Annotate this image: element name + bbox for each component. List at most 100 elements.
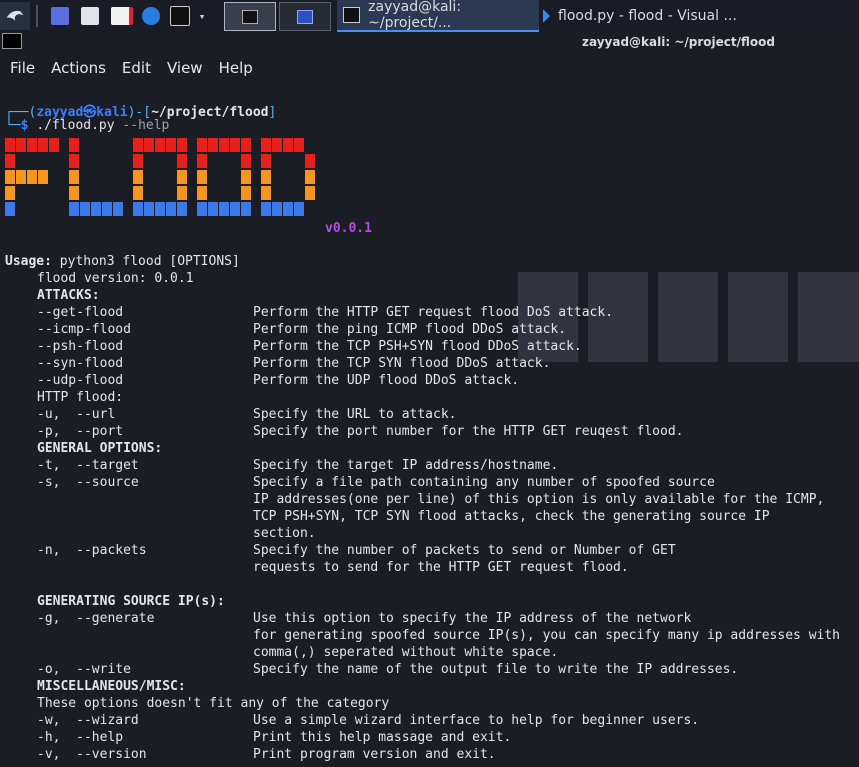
option-description: Specify the number of packets to send or… (253, 543, 676, 558)
banner-block (305, 154, 315, 168)
option-flag: -h, --help (37, 730, 124, 745)
banner-block (155, 202, 165, 216)
flood-banner-logo (5, 138, 315, 216)
option-description: for generating spoofed source IP(s), you… (253, 628, 840, 643)
text-editor-icon[interactable] (110, 2, 134, 30)
banner-block (27, 170, 37, 184)
terminal-icon (343, 7, 361, 23)
menu-edit[interactable]: Edit (122, 59, 151, 77)
option-flag: -o, --write (37, 662, 131, 677)
banner-block (91, 202, 101, 216)
banner-block (102, 202, 112, 216)
banner-block (261, 202, 271, 216)
banner-block (294, 202, 304, 216)
option-flag: -w, --wizard (37, 713, 139, 728)
banner-block (230, 138, 240, 152)
option-flag: -p, --port (37, 424, 124, 439)
option-flag: -u, --url (37, 407, 116, 422)
option-flag: -t, --target (37, 458, 139, 473)
banner-block (197, 186, 207, 200)
window-titlebar: zayyad@kali: ~/project/flood (0, 32, 859, 52)
banner-block (133, 154, 143, 168)
kali-menu-icon[interactable] (0, 2, 30, 30)
show-desktop-icon[interactable] (48, 2, 72, 30)
option-description: section. (253, 526, 316, 541)
banner-block (69, 138, 79, 152)
banner-block (5, 202, 15, 216)
option-flag: -v, --version (37, 747, 147, 762)
menu-view[interactable]: View (167, 59, 203, 77)
section-heading: ATTACKS: (37, 288, 100, 303)
terminal-window-icon[interactable] (2, 33, 22, 49)
banner-block (208, 138, 218, 152)
prompt-command: ./flood.py (36, 118, 115, 133)
option-flag: --icmp-flood (37, 322, 131, 337)
banner-block (177, 138, 187, 152)
banner-block (144, 138, 154, 152)
option-description: Perform the HTTP GET request flood DoS a… (253, 305, 614, 320)
task-terminal-label: zayyad@kali: ~/project/... (368, 0, 462, 31)
banner-block (197, 170, 207, 184)
option-description: Perform the TCP SYN flood DDoS attack. (253, 356, 551, 371)
prompt-line-2: └─$ ./flood.py --help (5, 118, 170, 133)
option-flag: -s, --source (37, 475, 139, 490)
banner-block (166, 202, 176, 216)
task-terminal[interactable]: zayyad@kali: ~/project/... (337, 0, 539, 32)
banner-block (69, 154, 79, 168)
menu-actions[interactable]: Actions (51, 59, 106, 77)
option-description: comma(,) seperated without white space. (253, 645, 559, 660)
terminal-launcher-icon[interactable] (168, 2, 192, 30)
option-description: Perform the UDP flood DDoS attack. (253, 373, 520, 388)
banner-block (49, 138, 59, 152)
option-description: TCP PSH+SYN, TCP SYN flood attacks, chec… (253, 509, 770, 524)
option-flag: --udp-flood (37, 373, 124, 388)
banner-block (69, 202, 79, 216)
menu-bar: File Actions Edit View Help (0, 52, 859, 84)
workspace-2[interactable] (279, 2, 331, 31)
banner-block (241, 170, 251, 184)
banner-block (197, 154, 207, 168)
banner-block (219, 138, 229, 152)
section-note: These options doesn't fit any of the cat… (37, 696, 390, 711)
taskbar: ▾ zayyad@kali: ~/project/... flood.py - … (0, 0, 859, 32)
banner-block (133, 170, 143, 184)
browser-icon[interactable] (139, 2, 163, 30)
vscode-icon (543, 9, 550, 23)
option-description: Perform the TCP PSH+SYN flood DDoS attac… (253, 339, 582, 354)
usage-text: python3 flood [OPTIONS] (51, 254, 240, 269)
banner-block (144, 202, 154, 216)
banner-block (133, 202, 143, 216)
banner-block (113, 202, 123, 216)
banner-block (219, 202, 229, 216)
banner-block (283, 202, 293, 216)
section-heading: MISCELLANEOUS/MISC: (37, 679, 186, 694)
section-heading: GENERATING SOURCE IP(s): (37, 594, 225, 609)
banner-block (197, 138, 207, 152)
banner-block (155, 138, 165, 152)
banner-block (305, 170, 315, 184)
usage-line: Usage: python3 flood [OPTIONS] (5, 254, 240, 269)
option-description: Use a simple wizard interface to help fo… (253, 713, 700, 728)
file-manager-icon[interactable] (78, 2, 102, 30)
menu-help[interactable]: Help (219, 59, 253, 77)
banner-block (5, 154, 15, 168)
banner-block (5, 170, 15, 184)
task-vscode[interactable]: flood.py - flood - Visual ... (537, 0, 753, 32)
banner-block (197, 202, 207, 216)
banner-block (177, 202, 187, 216)
banner-block (294, 138, 304, 152)
chevron-down-icon[interactable]: ▾ (190, 2, 214, 30)
banner-block (241, 202, 251, 216)
workspace-1[interactable] (224, 2, 276, 31)
option-flag: -n, --packets (37, 543, 147, 558)
option-description: requests to send for the HTTP GET reques… (253, 560, 629, 575)
banner-block (177, 170, 187, 184)
option-description: IP addresses(one per line) of this optio… (253, 492, 825, 507)
option-description: Print program version and exit. (253, 747, 496, 762)
banner-block (133, 138, 143, 152)
option-description: Specify the name of the output file to w… (253, 662, 739, 677)
banner-block (241, 138, 251, 152)
banner-block (208, 202, 218, 216)
menu-file[interactable]: File (10, 59, 35, 77)
banner-block (69, 186, 79, 200)
